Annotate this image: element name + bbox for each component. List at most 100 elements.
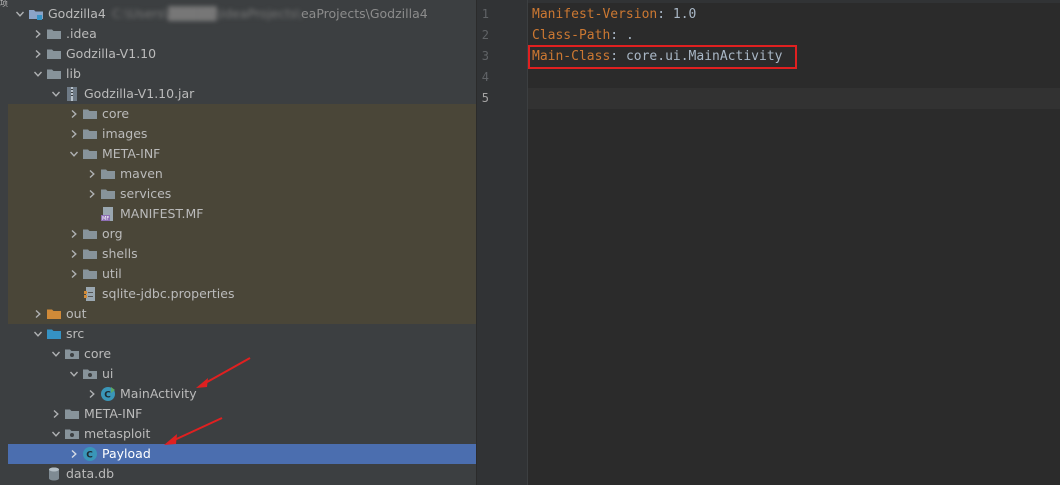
tree-item-label: lib: [66, 66, 81, 81]
tree-item-label: Godzilla-V1.10.jar: [84, 86, 195, 101]
source-folder-icon: [46, 326, 62, 342]
folder-icon: [82, 146, 98, 162]
svg-text:C: C: [86, 451, 93, 461]
java-class-run-icon: C: [100, 386, 116, 402]
package-icon: [64, 346, 80, 362]
tree-row-payload[interactable]: C Payload: [8, 444, 476, 464]
java-class-icon: C: [82, 446, 98, 462]
tree-row-mainactivity[interactable]: C MainActivity: [8, 384, 476, 404]
chevron-right-icon[interactable]: [30, 44, 46, 64]
tree-row-src[interactable]: src: [8, 324, 476, 344]
tree-row-maven[interactable]: maven: [8, 164, 476, 184]
folder-icon: [82, 226, 98, 242]
folder-icon: [82, 246, 98, 262]
chevron-right-icon[interactable]: [48, 404, 64, 424]
tree-item-label: shells: [102, 246, 138, 261]
tree-row-metasploit[interactable]: metasploit: [8, 424, 476, 444]
chevron-down-icon[interactable]: [66, 364, 82, 384]
chevron-down-icon[interactable]: [48, 84, 64, 104]
chevron-right-icon[interactable]: [30, 24, 46, 44]
tree-row-jar-meta-inf[interactable]: META-INF: [8, 144, 476, 164]
chevron-right-icon[interactable]: [84, 384, 100, 404]
chevron-down-icon[interactable]: [48, 424, 64, 444]
chevron-right-icon[interactable]: [66, 224, 82, 244]
chevron-down-icon[interactable]: [30, 324, 46, 344]
code-line-1[interactable]: Manifest-Version: 1.0: [532, 4, 696, 25]
tree-item-label: core: [102, 106, 130, 121]
chevron-right-icon[interactable]: [66, 444, 82, 464]
tree-row-jar-images[interactable]: images: [8, 124, 476, 144]
manifest-separator: :: [610, 28, 626, 43]
tree-row-src-core[interactable]: core: [8, 344, 476, 364]
chevron-right-icon[interactable]: [66, 124, 82, 144]
folder-icon: [100, 186, 116, 202]
chevron-down-icon[interactable]: [48, 344, 64, 364]
tree-root-path-obscured: C:\Users\█████\IdeaProjects\: [111, 6, 301, 21]
folder-icon: [46, 66, 62, 82]
tree-root-label: Godzilla4: [48, 6, 106, 21]
svg-text:C: C: [104, 391, 111, 401]
tree-row-sqlite-properties[interactable]: sqlite-jdbc.properties: [8, 284, 476, 304]
tree-item-label: META-INF: [84, 406, 143, 421]
tree-row-idea[interactable]: .idea: [8, 24, 476, 44]
chevron-down-icon[interactable]: [30, 64, 46, 84]
tree-item-label: metasploit: [84, 426, 151, 441]
manifest-editor[interactable]: Manifest-Version: 1.0 Class-Path: . Main…: [528, 0, 1060, 485]
tree-row-util[interactable]: util: [8, 264, 476, 284]
tree-item-label: maven: [120, 166, 163, 181]
manifest-key: Manifest-Version: [532, 7, 658, 22]
package-icon: [82, 366, 98, 382]
line-number: 3: [481, 49, 489, 63]
chevron-right-icon[interactable]: [66, 264, 82, 284]
chevron-right-icon[interactable]: [84, 184, 100, 204]
tree-item-label: Payload: [102, 446, 151, 461]
chevron-right-icon[interactable]: [66, 104, 82, 124]
chevron-down-icon[interactable]: [12, 4, 28, 24]
tree-row-org[interactable]: org: [8, 224, 476, 244]
tree-row-out[interactable]: out: [8, 304, 476, 324]
tree-item-label: src: [66, 326, 85, 341]
chevron-down-icon[interactable]: [66, 144, 82, 164]
code-line-2[interactable]: Class-Path: .: [532, 25, 634, 46]
tree-row-jar-core[interactable]: core: [8, 104, 476, 124]
tree-row-root[interactable]: Godzilla4 C:\Users\█████\IdeaProjects\ e…: [8, 4, 476, 24]
chevron-right-icon[interactable]: [84, 164, 100, 184]
project-tree-panel: Godzilla4 C:\Users\█████\IdeaProjects\ e…: [8, 0, 477, 485]
chevron-right-icon[interactable]: [66, 244, 82, 264]
tree-item-label: services: [120, 186, 172, 201]
tree-row-data-db[interactable]: data.db: [8, 464, 476, 484]
folder-icon: [82, 126, 98, 142]
tree-row-services[interactable]: services: [8, 184, 476, 204]
tree-row-lib[interactable]: lib: [8, 64, 476, 84]
folder-icon: [82, 106, 98, 122]
tree-item-label: META-INF: [102, 146, 161, 161]
folder-icon: [46, 26, 62, 42]
tree-row-ui[interactable]: ui: [8, 364, 476, 384]
tree-row-jar[interactable]: Godzilla-V1.10.jar: [8, 84, 476, 104]
folder-icon: [82, 266, 98, 282]
editor-top-edge: [528, 0, 1060, 3]
tree-item-label: out: [66, 306, 87, 321]
manifest-value: 1.0: [672, 7, 697, 22]
tree-item-label: ui: [102, 366, 114, 381]
editor-gutter[interactable]: 1 2 3 4 5: [477, 0, 528, 485]
jar-archive-icon: [64, 86, 80, 102]
tree-item-label: util: [102, 266, 122, 281]
tree-row-src-meta-inf[interactable]: META-INF: [8, 404, 476, 424]
tree-item-label: images: [102, 126, 148, 141]
tree-row-godzilla-folder[interactable]: Godzilla-V1.10: [8, 44, 476, 64]
tree-row-shells[interactable]: shells: [8, 244, 476, 264]
tree-row-manifest[interactable]: MF MANIFEST.MF: [8, 204, 476, 224]
line-number: 5: [481, 91, 489, 105]
line-number: 1: [481, 7, 489, 21]
line-number: 2: [481, 28, 489, 42]
tree-item-label: .idea: [66, 26, 97, 41]
database-file-icon: [46, 466, 62, 482]
package-icon: [64, 426, 80, 442]
project-tool-window-tab[interactable]: 项: [0, 0, 8, 8]
svg-text:MF: MF: [102, 216, 109, 222]
chevron-right-icon[interactable]: [30, 304, 46, 324]
caret-line-highlight: [528, 88, 1060, 109]
